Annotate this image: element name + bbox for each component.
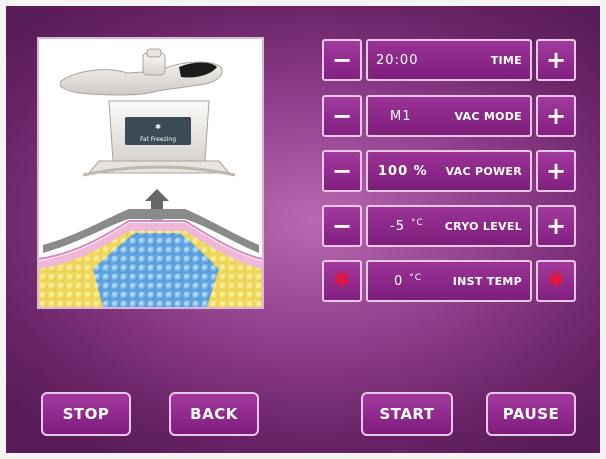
cryo-level-decrease-button[interactable]: −	[322, 205, 362, 247]
snowflake-left-icon: ✱	[322, 260, 362, 302]
cryo-level-value: -5	[390, 218, 405, 234]
device-label: Fat Freezing	[140, 136, 176, 143]
vac-power-label: VAC POWER	[445, 164, 522, 178]
cryo-level-label: CRYO LEVEL	[444, 219, 522, 233]
screen-background: ✱ Fat Freezing − 20:00 TIME + − M1 VAC M…	[6, 6, 600, 453]
cryo-level-field: -5 °C CRYO LEVEL	[366, 205, 532, 247]
vac-mode-label: VAC MODE	[454, 109, 522, 123]
inst-temp-value: 0	[394, 273, 404, 289]
inst-temp-unit: °C	[409, 273, 423, 283]
back-button[interactable]: BACK	[169, 392, 259, 436]
vac-mode-increase-button[interactable]: +	[536, 95, 576, 137]
vac-power-decrease-button[interactable]: −	[322, 150, 362, 192]
svg-text:✱: ✱	[155, 123, 161, 131]
vac-power-value: 100 %	[378, 163, 428, 179]
treatment-illustration: ✱ Fat Freezing	[37, 37, 264, 309]
cryo-level-increase-button[interactable]: +	[536, 205, 576, 247]
pause-button[interactable]: PAUSE	[486, 392, 576, 436]
inst-temp-label: INST TEMP	[452, 274, 522, 288]
time-increase-button[interactable]: +	[536, 39, 576, 81]
time-field: 20:00 TIME	[366, 39, 532, 81]
time-label: TIME	[490, 53, 522, 67]
time-value: 20:00	[376, 52, 419, 68]
vac-mode-value: M1	[390, 108, 412, 124]
snowflake-right-icon: ✱	[536, 260, 576, 302]
vac-mode-decrease-button[interactable]: −	[322, 95, 362, 137]
time-decrease-button[interactable]: −	[322, 39, 362, 81]
vac-power-field: 100 % VAC POWER	[366, 150, 532, 192]
start-button[interactable]: START	[361, 392, 453, 436]
inst-temp-field: 0 °C INST TEMP	[366, 260, 532, 302]
vac-mode-field: M1 VAC MODE	[366, 95, 532, 137]
cryo-level-unit: °C	[410, 218, 424, 228]
cryo-handpiece-illustration: ✱ Fat Freezing	[39, 48, 262, 307]
vac-power-increase-button[interactable]: +	[536, 150, 576, 192]
stop-button[interactable]: STOP	[41, 392, 131, 436]
